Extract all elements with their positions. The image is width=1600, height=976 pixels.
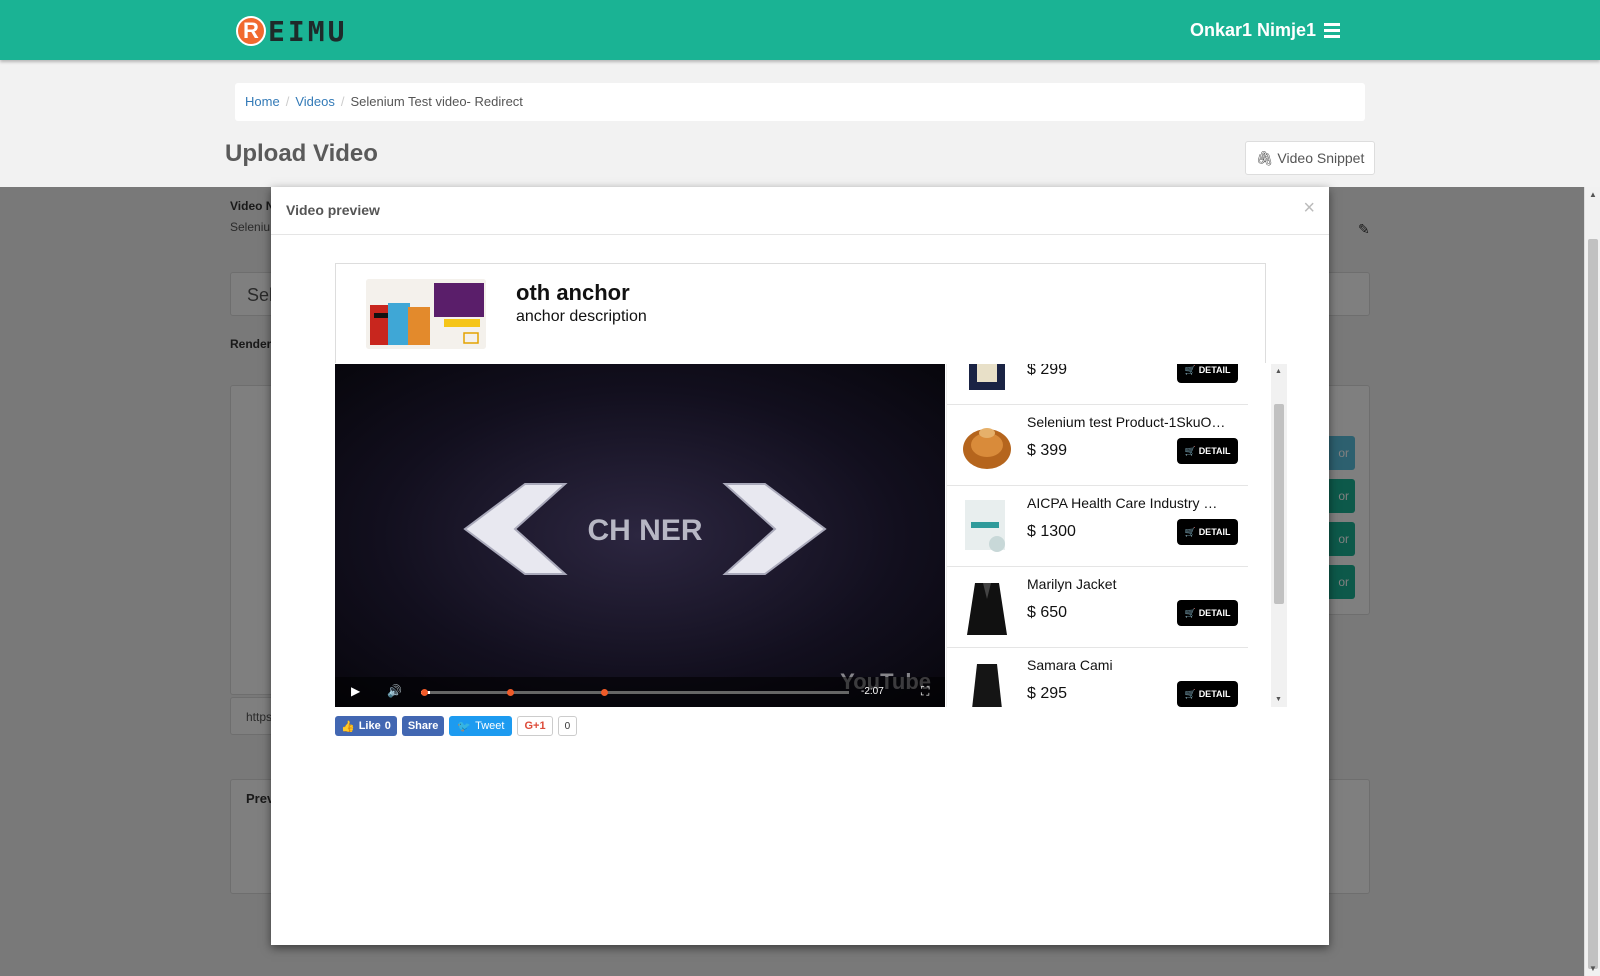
- product-list: $ 299 🛒 DETAIL Selenium test Product-1Sku…: [946, 364, 1266, 707]
- cart-icon: 🛒: [1184, 607, 1196, 618]
- anchor-marker[interactable]: [600, 689, 608, 696]
- facebook-share-button[interactable]: Share: [401, 716, 445, 736]
- anchor-marker[interactable]: [506, 689, 514, 696]
- scroll-up-icon[interactable]: ▲: [1589, 190, 1597, 199]
- cart-icon: 🛒: [1184, 526, 1196, 537]
- user-menu[interactable]: Onkar1 Nimje1: [1190, 20, 1341, 41]
- detail-label: DETAIL: [1198, 689, 1231, 699]
- play-icon[interactable]: ▶: [351, 684, 360, 698]
- breadcrumb: Home / Videos / Selenium Test video- Redirec…: [235, 83, 1365, 121]
- product-name[interactable]: AICPA Health Care Industry Conference: [1027, 495, 1227, 511]
- product-item: $ 299 🛒 DETAIL: [947, 364, 1248, 405]
- product-price: $ 650: [1027, 604, 1068, 621]
- share-label: Share: [407, 720, 439, 732]
- product-item: AICPA Health Care Industry Conference $ …: [947, 486, 1248, 567]
- progress-handle[interactable]: [421, 689, 428, 696]
- tweet-button[interactable]: 🐦 Tweet: [449, 716, 513, 736]
- detail-label: DETAIL: [1198, 527, 1231, 537]
- breadcrumb-videos[interactable]: Videos: [295, 94, 335, 109]
- product-image[interactable]: [961, 498, 1013, 556]
- detail-button[interactable]: 🛒 DETAIL: [1177, 681, 1238, 707]
- product-price: $ 1300: [1027, 523, 1076, 540]
- fullscreen-icon[interactable]: ⛶: [921, 684, 929, 699]
- video-controls: ▶ 🔊 -2:07 ⛶: [335, 677, 945, 707]
- video-progress-bar[interactable]: [421, 689, 849, 696]
- product-image[interactable]: [961, 364, 1013, 394]
- scroll-up-icon[interactable]: ▲: [1275, 368, 1282, 375]
- video-frame-graphic: CH NER: [463, 483, 827, 575]
- video-preview-modal: Video preview × oth anchor anchor descri…: [271, 187, 1329, 945]
- breadcrumb-current: Selenium Test video- Redirect: [350, 94, 523, 109]
- breadcrumb-separator: /: [340, 94, 345, 109]
- anchor-header: oth anchor anchor description: [335, 263, 1266, 363]
- product-item: Selenium test Product-1SkuOnly $ 399 🛒 DE…: [947, 405, 1248, 486]
- page-scrollbar[interactable]: ▲ ▼: [1584, 187, 1600, 976]
- anchor-thumbnail[interactable]: [366, 279, 486, 349]
- video-snippet-button[interactable]: 🖇 Video Snippet: [1245, 141, 1375, 175]
- svg-text:CH NER: CH NER: [587, 514, 702, 547]
- brand-logo[interactable]: R EIMU: [236, 14, 348, 48]
- product-image[interactable]: [961, 579, 1013, 637]
- detail-button[interactable]: 🛒 DETAIL: [1177, 600, 1238, 626]
- detail-button[interactable]: 🛒 DETAIL: [1177, 364, 1238, 383]
- logo-text: EIMU: [268, 14, 348, 48]
- video-snippet-label: Video Snippet: [1277, 150, 1365, 166]
- product-name[interactable]: Selenium test Product-1SkuOnly: [1027, 414, 1227, 430]
- volume-icon[interactable]: 🔊: [387, 684, 402, 698]
- scrollbar-thumb[interactable]: [1588, 239, 1598, 969]
- anchor-description: anchor description: [516, 308, 647, 325]
- hamburger-menu-icon[interactable]: [1324, 23, 1341, 38]
- product-name[interactable]: Marilyn Jacket: [1027, 576, 1227, 592]
- breadcrumb-home[interactable]: Home: [245, 94, 280, 109]
- cart-icon: 🛒: [1184, 364, 1196, 375]
- breadcrumb-separator: /: [285, 94, 290, 109]
- scrollbar-thumb[interactable]: [1274, 404, 1284, 604]
- top-navbar: R EIMU Onkar1 Nimje1: [0, 0, 1600, 60]
- google-plus-count: 0: [557, 716, 578, 736]
- page-title: Upload Video: [225, 140, 378, 167]
- product-item: Samara Cami $ 295 🛒 DETAIL: [947, 648, 1248, 707]
- product-image[interactable]: [961, 660, 1013, 707]
- social-share-bar: 👍 Like 0 Share 🐦 Tweet G+1 0: [335, 716, 578, 736]
- modal-title: Video preview: [286, 202, 380, 218]
- twitter-bird-icon: 🐦: [457, 720, 472, 733]
- time-remaining: -2:07: [861, 686, 884, 697]
- product-image[interactable]: [961, 417, 1013, 475]
- close-icon[interactable]: ×: [1303, 197, 1315, 220]
- product-price: $ 295: [1027, 685, 1068, 702]
- product-price: $ 299: [1027, 364, 1068, 378]
- scroll-down-icon[interactable]: ▼: [1589, 964, 1597, 973]
- product-list-scrollbar[interactable]: ▲ ▼: [1271, 364, 1287, 707]
- logo-badge: R: [236, 16, 266, 46]
- facebook-like-button[interactable]: 👍 Like 0: [335, 716, 397, 736]
- detail-label: DETAIL: [1198, 365, 1231, 375]
- tweet-label: Tweet: [475, 720, 505, 732]
- anchor-title: oth anchor: [516, 280, 630, 305]
- cart-icon: 🛒: [1184, 688, 1196, 699]
- product-item: Marilyn Jacket $ 650 🛒 DETAIL: [947, 567, 1248, 648]
- paperclip-icon: 🖇: [1255, 149, 1274, 166]
- thumbs-up-icon: 👍: [341, 720, 355, 733]
- scroll-down-icon[interactable]: ▼: [1275, 696, 1282, 703]
- modal-header: Video preview ×: [271, 187, 1329, 235]
- video-player[interactable]: CH NER YouTube ▶ 🔊 -2:07 ⛶: [335, 364, 945, 707]
- product-name[interactable]: Samara Cami: [1027, 657, 1227, 673]
- detail-label: DETAIL: [1198, 446, 1231, 456]
- cart-icon: 🛒: [1184, 445, 1196, 456]
- user-name: Onkar1 Nimje1: [1190, 20, 1317, 40]
- detail-button[interactable]: 🛒 DETAIL: [1177, 438, 1238, 464]
- detail-button[interactable]: 🛒 DETAIL: [1177, 519, 1238, 545]
- detail-label: DETAIL: [1198, 608, 1231, 618]
- like-count: 0: [384, 720, 391, 732]
- product-price: $ 399: [1027, 442, 1068, 459]
- like-label: Like: [358, 720, 381, 732]
- google-plus-button[interactable]: G+1: [517, 716, 553, 736]
